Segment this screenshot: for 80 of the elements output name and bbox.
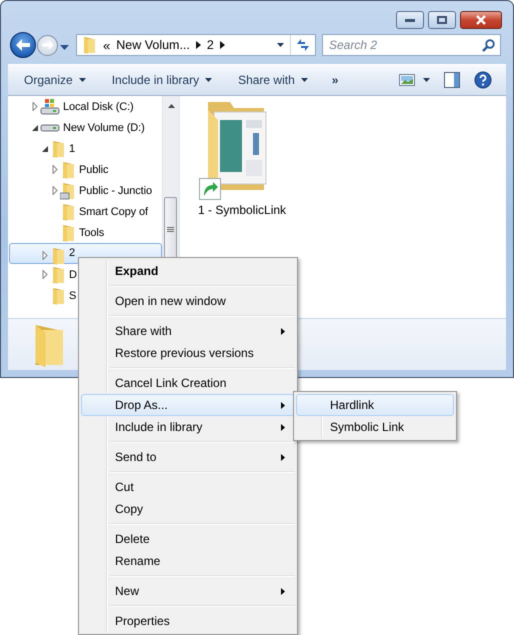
breadcrumb[interactable]: 2 (206, 38, 214, 52)
chevron-right-icon[interactable] (220, 41, 225, 49)
file-item[interactable]: 1 - SymbolicLink (198, 100, 286, 217)
menu-item[interactable]: Symbolic Link (296, 416, 454, 438)
tree-item[interactable]: D (9, 264, 80, 285)
menu-item[interactable]: Rename (81, 550, 295, 572)
toolbar-button[interactable]: Organize (18, 70, 92, 90)
tree-item[interactable]: Local Disk (C:) (9, 96, 137, 117)
menu-item[interactable]: Drop As... (81, 394, 295, 416)
expanded-arrow-icon[interactable] (31, 124, 39, 130)
submenu-arrow-icon (281, 424, 285, 430)
folder-icon (50, 247, 66, 265)
tree-item[interactable]: New Volume (D:) (9, 117, 148, 138)
folder-icon (60, 202, 76, 220)
caret-icon (60, 44, 69, 50)
back-button[interactable] (10, 32, 36, 58)
collapsed-arrow-icon[interactable] (31, 102, 39, 111)
chevron-right-icon[interactable] (196, 41, 201, 49)
submenu-arrow-icon (281, 328, 285, 334)
caret-icon (423, 78, 430, 82)
search-icon[interactable] (482, 39, 495, 52)
search-field[interactable]: Search 2 (322, 34, 501, 56)
menu-item[interactable]: Properties (81, 610, 295, 632)
collapsed-arrow-icon[interactable] (41, 251, 49, 260)
refresh-icon[interactable] (295, 38, 311, 52)
menu-item[interactable]: New (81, 580, 295, 602)
collapsed-arrow-icon[interactable] (41, 270, 49, 279)
address-bar[interactable]: « New Volum... 2 (76, 34, 316, 56)
folder-icon (60, 160, 76, 178)
breadcrumb[interactable]: New Volum... (116, 38, 190, 52)
minimize-icon (405, 18, 415, 22)
overflow-chevron[interactable]: « (103, 38, 110, 52)
menu-item[interactable]: Include in library (81, 416, 295, 438)
change-view-button[interactable] (397, 72, 432, 88)
drive-icon (40, 124, 60, 132)
collapsed-arrow-icon[interactable] (51, 165, 59, 174)
forward-arrow-icon (42, 40, 54, 50)
collapsed-arrow-icon[interactable] (51, 186, 59, 195)
menu-item[interactable]: Open in new window (81, 290, 295, 312)
submenu-arrow-icon (281, 454, 285, 460)
pane-icon (444, 72, 460, 88)
tree-item[interactable]: S (9, 285, 80, 306)
submenu-arrow-icon (281, 588, 285, 594)
picture-icon (399, 74, 415, 86)
maximize-icon (437, 16, 447, 24)
menu-item[interactable]: Share with (81, 320, 295, 342)
dropdown-caret-icon (277, 43, 284, 47)
folder-icon (60, 224, 76, 242)
menu-item[interactable]: Cut (81, 476, 295, 498)
tree-item[interactable]: Public - Junctio (9, 180, 155, 201)
submenu-arrow-icon (281, 402, 285, 408)
close-button[interactable] (460, 11, 502, 29)
folder-icon (50, 140, 66, 158)
folder-icon (81, 36, 97, 54)
system-drive-icon (40, 98, 60, 116)
scroll-up-icon[interactable] (168, 104, 174, 108)
tree-item[interactable]: Public (9, 159, 112, 180)
toolbar-button[interactable]: Include in library (106, 70, 218, 90)
menu-item[interactable]: Copy (81, 498, 295, 520)
help-button[interactable] (472, 69, 494, 91)
expanded-arrow-icon[interactable] (41, 146, 49, 152)
menu-item[interactable]: Hardlink (296, 394, 454, 416)
help-icon (474, 71, 492, 89)
menu-item[interactable]: Delete (81, 528, 295, 550)
toolbar-button[interactable]: Share with (232, 70, 314, 90)
menu-item[interactable]: Cancel Link Creation (81, 372, 295, 394)
minimize-button[interactable] (396, 11, 424, 29)
more-commands-button[interactable]: » (328, 70, 342, 90)
tree-item[interactable]: 1 (9, 138, 78, 159)
back-arrow-icon (16, 39, 30, 51)
maximize-button[interactable] (428, 11, 456, 29)
folder-icon (50, 286, 66, 304)
menu-item[interactable]: Send to (81, 446, 295, 468)
tree-item[interactable]: Tools (9, 222, 108, 243)
menu-item[interactable]: Restore previous versions (81, 342, 295, 364)
folder-icon (50, 266, 66, 284)
tree-item[interactable]: Smart Copy of (9, 201, 152, 222)
linked-folder-icon (60, 182, 76, 200)
preview-pane-button[interactable] (442, 70, 462, 90)
close-icon (475, 15, 487, 25)
